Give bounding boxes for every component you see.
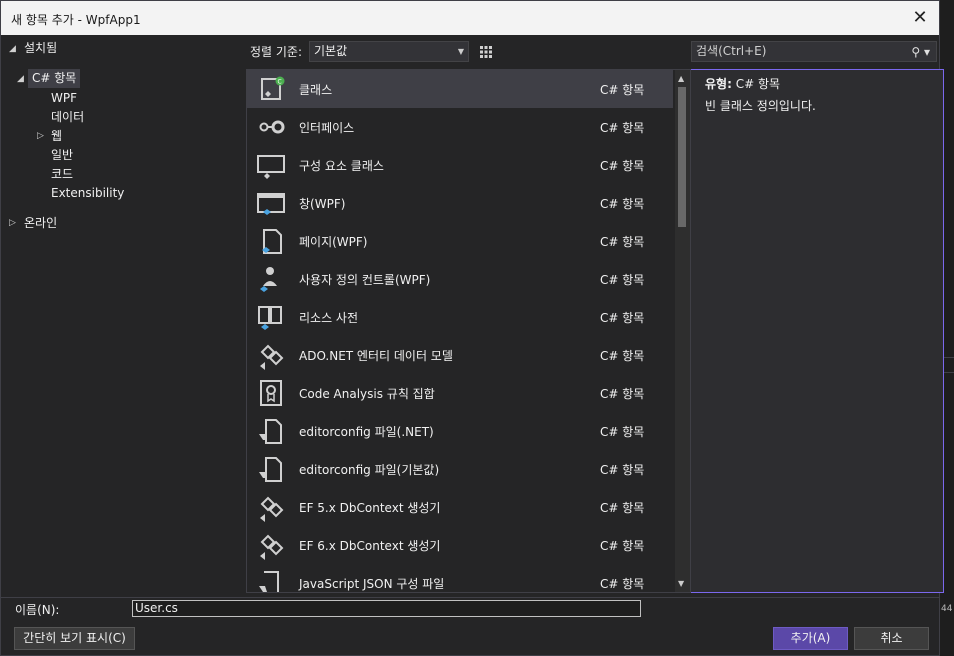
list-item[interactable]: ADO.NET 엔터티 데이터 모델 C# 항목 — [247, 336, 673, 374]
item-category: C# 항목 — [600, 463, 645, 477]
list-item[interactable]: C 클래스 C# 항목 — [247, 70, 673, 108]
tree-item-general[interactable]: 일반 — [51, 146, 73, 165]
page-icon — [262, 229, 282, 254]
json-config-icon — [259, 571, 279, 592]
title-bar: 새 항목 추가 - WpfApp1 ✕ — [1, 1, 939, 35]
item-name: EF 5.x DbContext 생성기 — [299, 501, 441, 515]
item-name: 창(WPF) — [299, 197, 346, 211]
item-category: C# 항목 — [600, 121, 645, 135]
dbcontext-icon — [260, 534, 284, 560]
list-item[interactable]: Code Analysis 규칙 집합 C# 항목 — [247, 374, 673, 412]
dropdown-arrow-icon: ▼ — [457, 47, 464, 56]
list-item[interactable]: 사용자 정의 컨트롤(WPF) C# 항목 — [247, 260, 673, 298]
user-control-icon — [260, 267, 277, 292]
scroll-up-icon[interactable]: ▲ — [678, 74, 684, 83]
list-item[interactable]: 구성 요소 클래스 C# 항목 — [247, 146, 673, 184]
sort-value: 기본값 — [314, 44, 348, 58]
tree-item-web[interactable]: 웹 — [51, 127, 62, 146]
expanded-arrow-icon[interactable]: ◢ — [9, 44, 19, 54]
sort-label: 정렬 기준: — [250, 45, 303, 59]
compact-view-button[interactable]: 간단히 보기 표시(C) — [14, 627, 135, 650]
item-name: 클래스 — [299, 83, 333, 97]
background-line-number: 44 — [941, 604, 953, 614]
dialog-title: 새 항목 추가 - WpfApp1 — [11, 13, 141, 27]
search-input[interactable]: 검색(Ctrl+E) ⚲ ▾ — [691, 41, 937, 62]
item-name: EF 6.x DbContext 생성기 — [299, 539, 441, 553]
medium-icons-view-button[interactable] — [475, 41, 497, 62]
item-name: 인터페이스 — [299, 121, 355, 135]
dbcontext-icon — [260, 496, 284, 522]
item-name: Code Analysis 규칙 집합 — [299, 387, 435, 401]
item-category: C# 항목 — [600, 159, 645, 173]
item-name: 페이지(WPF) — [299, 235, 368, 249]
cancel-button[interactable]: 취소 — [854, 627, 929, 650]
item-category: C# 항목 — [600, 539, 645, 553]
item-name: 사용자 정의 컨트롤(WPF) — [299, 273, 431, 287]
interface-icon — [259, 120, 285, 134]
list-item[interactable]: EF 6.x DbContext 생성기 C# 항목 — [247, 526, 673, 564]
ruleset-icon — [260, 380, 282, 406]
list-item[interactable]: editorconfig 파일(기본값) C# 항목 — [247, 450, 673, 488]
item-category: C# 항목 — [600, 425, 645, 439]
expanded-arrow-icon[interactable]: ◢ — [17, 74, 27, 84]
list-item[interactable]: 창(WPF) C# 항목 — [247, 184, 673, 222]
component-class-icon — [257, 155, 285, 179]
close-button[interactable]: ✕ — [907, 5, 933, 31]
tree-item-wpf[interactable]: WPF — [51, 89, 77, 108]
item-name: editorconfig 파일(.NET) — [299, 425, 434, 439]
list-item[interactable]: 리소스 사전 C# 항목 — [247, 298, 673, 336]
tree-item-installed[interactable]: 설치됨 — [24, 39, 57, 58]
name-field[interactable]: User.cs — [132, 600, 641, 617]
item-category: C# 항목 — [600, 387, 645, 401]
name-label: 이름(N): — [15, 603, 60, 617]
list-item[interactable]: 인터페이스 C# 항목 — [247, 108, 673, 146]
item-category: C# 항목 — [600, 577, 645, 591]
item-name: 리소스 사전 — [299, 311, 359, 325]
search-placeholder: 검색(Ctrl+E) — [696, 44, 767, 58]
search-icon[interactable]: ⚲ ▾ — [911, 43, 930, 62]
editorconfig-icon — [259, 457, 282, 482]
vertical-scrollbar[interactable]: ▲ ▼ — [675, 70, 690, 592]
list-item[interactable]: EF 5.x DbContext 생성기 C# 항목 — [247, 488, 673, 526]
list-item[interactable]: JavaScript JSON 구성 파일 C# 항목 — [247, 564, 673, 592]
class-icon: C — [261, 76, 285, 100]
item-category: C# 항목 — [600, 501, 645, 515]
type-label: 유형: — [705, 77, 732, 91]
item-name: JavaScript JSON 구성 파일 — [299, 577, 445, 591]
entity-model-icon — [260, 344, 284, 370]
scroll-down-icon[interactable]: ▼ — [678, 579, 684, 588]
item-name: ADO.NET 엔터티 데이터 모델 — [299, 349, 453, 363]
list-item[interactable]: editorconfig 파일(.NET) C# 항목 — [247, 412, 673, 450]
item-category: C# 항목 — [600, 273, 645, 287]
list-item[interactable]: 페이지(WPF) C# 항목 — [247, 222, 673, 260]
divider — [1, 597, 939, 598]
add-new-item-dialog: 새 항목 추가 - WpfApp1 ✕ ◢ 설치됨 ◢ C# 항목 WPF 데이… — [0, 0, 944, 656]
tree-item-extensibility[interactable]: Extensibility — [51, 184, 124, 203]
item-category: C# 항목 — [600, 235, 645, 249]
item-category: C# 항목 — [600, 311, 645, 325]
item-name: 구성 요소 클래스 — [299, 159, 384, 173]
tree-item-online[interactable]: 온라인 — [24, 214, 57, 233]
svg-text:C: C — [278, 79, 282, 86]
collapsed-arrow-icon[interactable]: ▷ — [37, 131, 47, 141]
item-name: editorconfig 파일(기본값) — [299, 463, 440, 477]
type-value: C# 항목 — [735, 77, 781, 91]
item-category: C# 항목 — [600, 349, 645, 363]
resource-dictionary-icon — [258, 306, 282, 330]
collapsed-arrow-icon[interactable]: ▷ — [9, 218, 19, 228]
sort-dropdown[interactable]: 기본값 ▼ — [309, 41, 469, 62]
window-icon — [257, 193, 285, 215]
item-category: C# 항목 — [600, 83, 645, 97]
tree-item-csharp[interactable]: C# 항목 — [28, 69, 81, 88]
type-line: 유형: C# 항목 — [705, 75, 780, 92]
grid-view-icon — [480, 46, 492, 58]
tree-item-code[interactable]: 코드 — [51, 165, 73, 184]
item-category: C# 항목 — [600, 197, 645, 211]
scroll-thumb[interactable] — [678, 87, 686, 227]
item-list[interactable]: C 클래스 C# 항목 인터페이스 C# 항목 구성 요소 클래스 C# 항목 창(WPF) C… — [246, 69, 691, 593]
add-button[interactable]: 추가(A) — [773, 627, 848, 650]
editorconfig-icon — [259, 419, 282, 444]
tree-item-data[interactable]: 데이터 — [51, 108, 84, 127]
description: 빈 클래스 정의입니다. — [705, 99, 816, 113]
